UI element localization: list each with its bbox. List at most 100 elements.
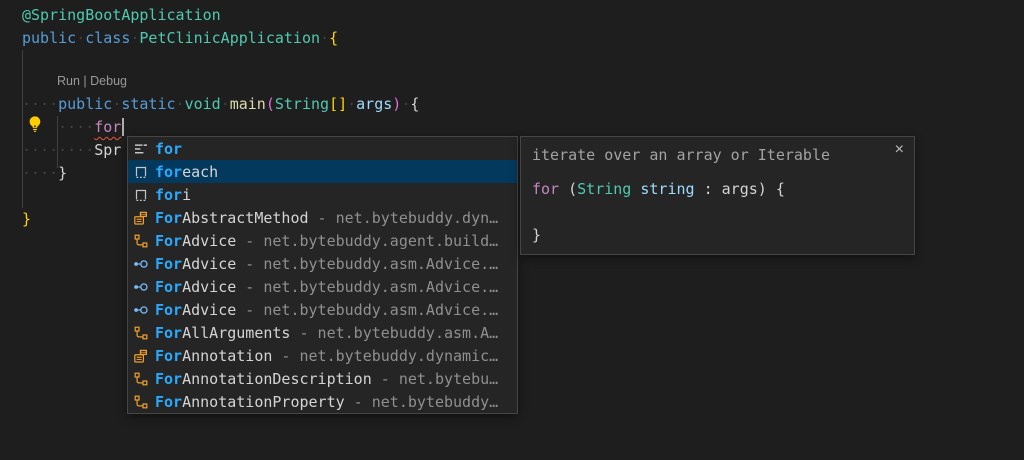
code-token: ) {	[758, 180, 785, 198]
interface-icon	[133, 302, 149, 318]
code-token: ····	[22, 95, 58, 113]
code-token: (	[559, 180, 577, 198]
code-token: )	[392, 95, 401, 113]
suggestion-item[interactable]: ForAllArguments - net.bytebuddy.asm.A…	[128, 321, 517, 344]
code-token: ····	[58, 118, 94, 136]
code-token: String	[275, 95, 329, 113]
suggest-widget: forforeachforiForAbstractMethod - net.by…	[127, 136, 518, 414]
suggestion-detail: - net.bytebuddy.asm.A…	[290, 324, 498, 342]
suggestion-item[interactable]: ForAnnotationDescription - net.bytebu…	[128, 367, 517, 390]
suggestion-match-text: For	[155, 393, 182, 411]
code-token: main	[230, 95, 266, 113]
suggestion-label: Advice	[182, 301, 236, 319]
suggestion-item[interactable]: ForAnnotationProperty - net.bytebuddy…	[128, 390, 517, 413]
code-line: public·class·PetClinicApplication·{	[22, 27, 338, 50]
code-token: ·	[221, 95, 230, 113]
code-token: public	[58, 95, 112, 113]
suggestion-item[interactable]: ForAdvice - net.bytebuddy.agent.build…	[128, 229, 517, 252]
suggestion-item[interactable]: ForAdvice - net.bytebuddy.asm.Advice.…	[128, 298, 517, 321]
suggestion-match-text: for	[155, 163, 182, 181]
suggestion-item[interactable]: foreach	[128, 160, 517, 183]
code-token: for	[532, 180, 559, 198]
suggestion-item[interactable]: ForAnnotation - net.bytebuddy.dynamic…	[128, 344, 517, 367]
code-line: ····public·static·void·main(String[]·arg…	[22, 93, 419, 116]
doc-code-line: }	[532, 224, 785, 247]
snippet-icon	[133, 187, 149, 203]
code-token: ·	[401, 95, 410, 113]
suggestion-match-text: For	[155, 301, 182, 319]
code-token: static	[121, 95, 175, 113]
suggestion-match-text: for	[155, 186, 182, 204]
class-icon	[133, 394, 149, 410]
suggestion-detail: - net.bytebuddy.dynamic…	[272, 347, 498, 365]
code-token: PetClinicApplication	[139, 29, 320, 47]
doc-code-snippet: for (String string : args) {}	[532, 178, 785, 247]
code-token: ·	[347, 95, 356, 113]
text-cursor	[122, 118, 124, 136]
suggestion-list: forforeachforiForAbstractMethod - net.by…	[128, 137, 517, 413]
suggest-docs-panel: iterate over an array or Iterable × for …	[520, 136, 915, 255]
code-line: }	[22, 208, 31, 231]
class-icon	[133, 371, 149, 387]
suggestion-label: each	[182, 163, 218, 181]
code-token: ·	[112, 95, 121, 113]
suggestion-label: Annotation	[182, 347, 272, 365]
suggestion-label: Advice	[182, 278, 236, 296]
close-icon[interactable]: ×	[895, 141, 904, 159]
suggestion-detail: - net.bytebuddy.agent.build…	[236, 232, 498, 250]
suggestion-detail: - net.bytebuddy…	[345, 393, 499, 411]
code-token: class	[85, 29, 130, 47]
code-token: {	[410, 95, 419, 113]
suggestion-item[interactable]: ForAdvice - net.bytebuddy.asm.Advice.…	[128, 252, 517, 275]
code-token: @SpringBootApplication	[22, 6, 221, 24]
code-token: []	[329, 95, 347, 113]
run-codelens-link[interactable]: Run	[57, 74, 80, 88]
suggestion-item[interactable]: for	[128, 137, 517, 160]
code-line: ········Spr	[22, 139, 121, 162]
code-token: ·	[176, 95, 185, 113]
code-token: (	[266, 95, 275, 113]
suggestion-label: Advice	[182, 255, 236, 273]
code-token: ····	[22, 164, 58, 182]
suggestion-item[interactable]: ForAbstractMethod - net.bytebuddy.dyn…	[128, 206, 517, 229]
debug-codelens-link[interactable]: Debug	[90, 74, 127, 88]
code-token: |	[80, 74, 90, 88]
class-icon	[133, 325, 149, 341]
suggestion-match-text: For	[155, 278, 182, 296]
suggestion-item[interactable]: fori	[128, 183, 517, 206]
code-token: }	[532, 226, 541, 244]
suggestion-detail: - net.bytebuddy.asm.Advice.…	[236, 301, 498, 319]
code-token: args	[356, 95, 392, 113]
code-token: Spr	[94, 141, 121, 159]
enum-icon	[133, 210, 149, 226]
suggestion-detail: - net.bytebu…	[372, 370, 498, 388]
code-token: :	[695, 180, 722, 198]
snippet-icon	[133, 164, 149, 180]
suggestion-detail: - net.bytebuddy.asm.Advice.…	[236, 255, 498, 273]
code-token: {	[329, 29, 338, 47]
suggestion-label: Advice	[182, 232, 236, 250]
suggestion-match-text: For	[155, 370, 182, 388]
enum-icon	[133, 348, 149, 364]
suggestion-match-text: For	[155, 347, 182, 365]
suggestion-label: AllArguments	[182, 324, 290, 342]
code-token: ·	[76, 29, 85, 47]
code-line: ····}	[22, 162, 67, 185]
interface-icon	[133, 279, 149, 295]
codelens: Run | Debug	[57, 73, 127, 90]
suggestion-detail: - net.bytebuddy.asm.Advice.…	[236, 278, 498, 296]
suggestion-label: AnnotationDescription	[182, 370, 372, 388]
lightbulb-icon[interactable]	[26, 115, 44, 133]
code-token: String	[577, 180, 631, 198]
class-icon	[133, 233, 149, 249]
interface-icon	[133, 256, 149, 272]
doc-code-line	[532, 201, 785, 224]
code-token: ········	[22, 141, 94, 159]
suggestion-label: AnnotationProperty	[182, 393, 345, 411]
suggestion-item[interactable]: ForAdvice - net.bytebuddy.asm.Advice.…	[128, 275, 517, 298]
code-editor: @SpringBootApplicationpublic·class·PetCl…	[0, 0, 1024, 460]
code-token: }	[58, 164, 67, 182]
code-line: @SpringBootApplication	[22, 4, 221, 27]
code-token: for	[94, 118, 121, 136]
suggestion-label: AbstractMethod	[182, 209, 308, 227]
